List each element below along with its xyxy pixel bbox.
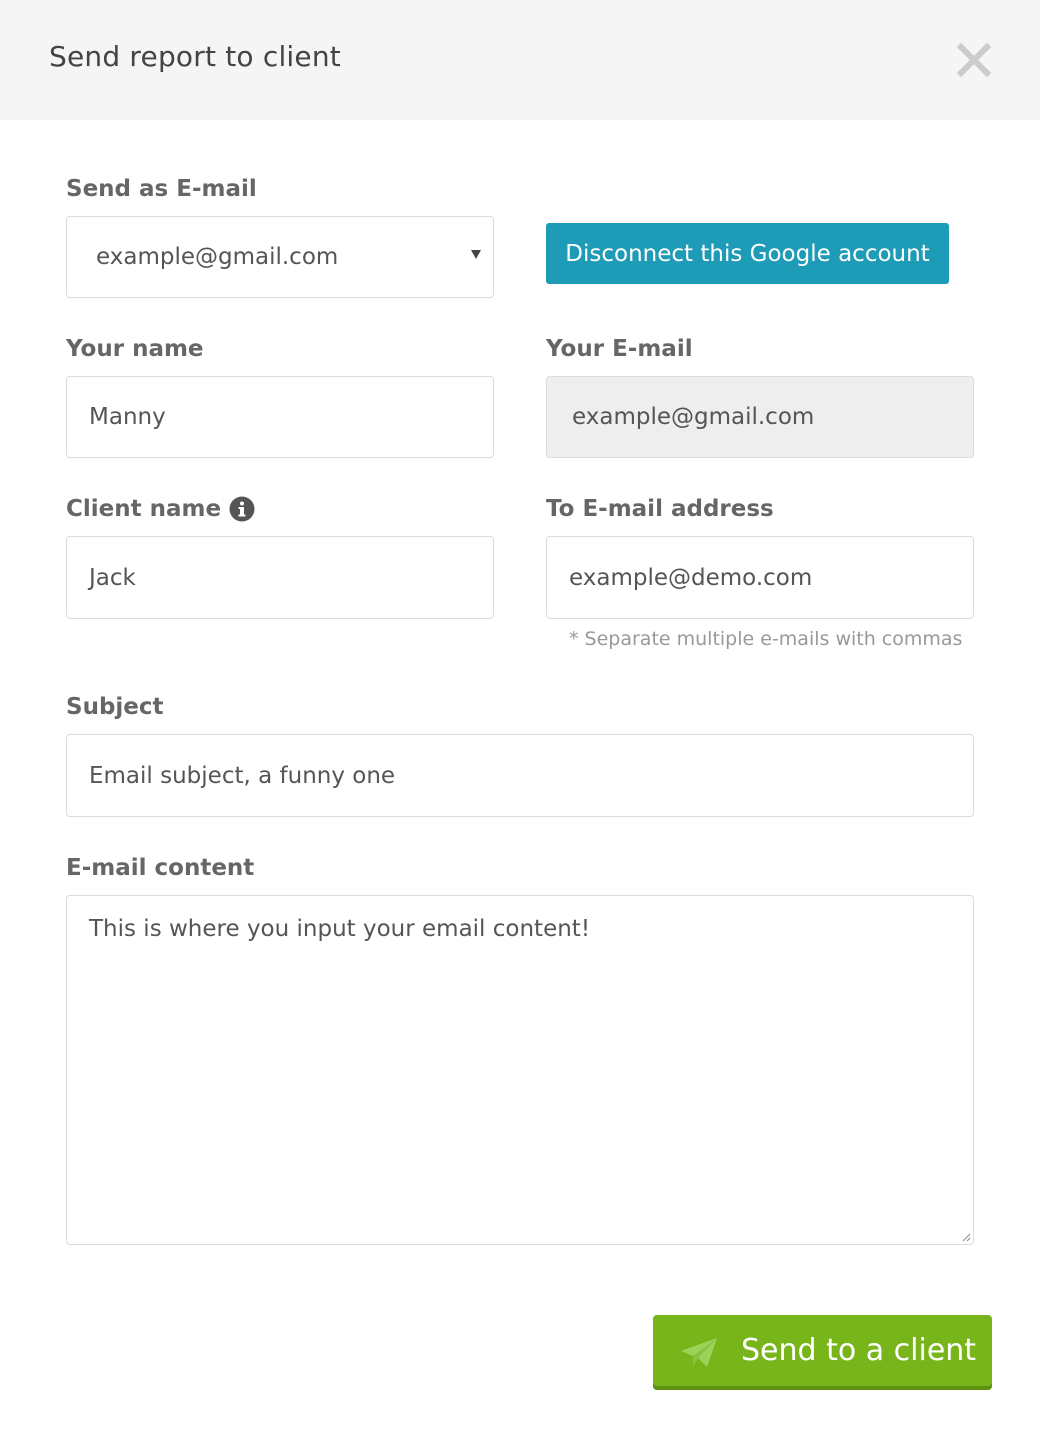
disconnect-google-button[interactable]: Disconnect this Google account <box>546 223 949 284</box>
content-label: E-mail content <box>66 855 255 881</box>
modal-header: Send report to client <box>0 0 1040 120</box>
subject-value: Email subject, a funny one <box>89 762 396 789</box>
caret-down-icon <box>471 250 481 259</box>
to-email-hint: * Separate multiple e-mails with commas <box>569 628 963 650</box>
paper-plane-icon <box>681 1338 717 1367</box>
your-email-label: Your E-mail <box>546 336 693 362</box>
subject-input[interactable]: Email subject, a funny one <box>66 734 974 817</box>
info-icon[interactable] <box>229 496 255 522</box>
send-to-client-button[interactable]: Send to a client <box>653 1315 992 1390</box>
your-name-input[interactable]: Manny <box>66 376 494 458</box>
your-name-value: Manny <box>89 404 166 430</box>
close-icon[interactable] <box>952 38 996 82</box>
send-as-selected-value: example@gmail.com <box>96 244 339 270</box>
client-name-label: Client name <box>66 496 222 522</box>
to-email-value: example@demo.com <box>569 564 813 591</box>
client-name-input[interactable]: Jack <box>66 536 494 619</box>
send-as-select[interactable]: example@gmail.com <box>66 216 494 298</box>
to-email-input[interactable]: example@demo.com <box>546 536 974 619</box>
content-value: This is where you input your email conte… <box>89 916 591 942</box>
your-name-label: Your name <box>66 336 204 362</box>
subject-label: Subject <box>66 694 164 720</box>
your-email-value: example@gmail.com <box>572 404 815 430</box>
send-as-label: Send as E-mail <box>66 176 257 202</box>
send-button-label: Send to a client <box>741 1333 977 1368</box>
client-name-value: Jack <box>89 564 136 591</box>
to-email-label: To E-mail address <box>546 496 774 522</box>
your-email-field: example@gmail.com <box>546 376 974 458</box>
modal-title: Send report to client <box>49 40 341 73</box>
resize-handle-icon[interactable] <box>961 1232 971 1242</box>
content-textarea[interactable]: This is where you input your email conte… <box>66 895 974 1245</box>
